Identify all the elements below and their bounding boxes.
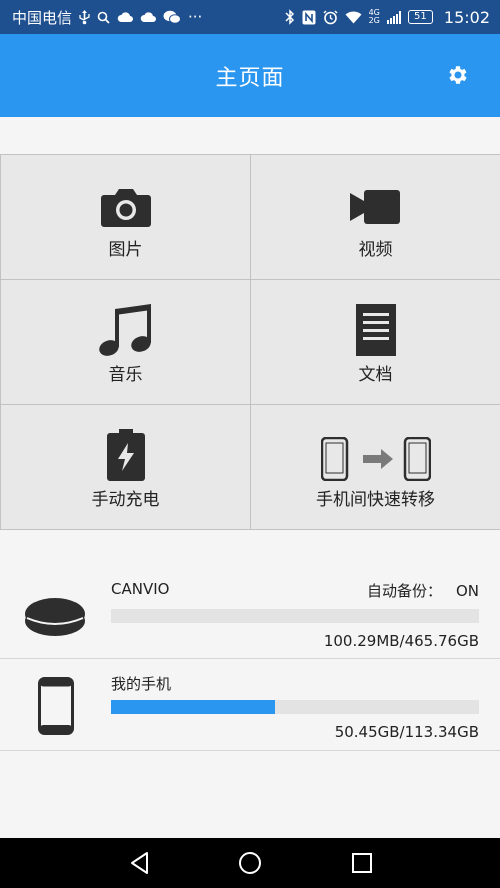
- storage-usage-text: 100.29MB/465.76GB: [323, 632, 479, 650]
- storage-usage-text: 50.45GB/113.34GB: [334, 723, 479, 741]
- system-nav-bar: [0, 838, 500, 888]
- search-icon: [97, 11, 110, 24]
- storage-row-phone[interactable]: 我的手机 50.45GB/113.34GB: [0, 659, 500, 751]
- tile-documents[interactable]: 文档: [250, 279, 500, 405]
- status-bar: 中国电信 ··· 4G 2G 51 15:02: [0, 0, 500, 34]
- tile-manual-charge[interactable]: 手动充电: [0, 404, 251, 530]
- more-notifications-icon: ···: [188, 8, 203, 26]
- clock: 15:02: [443, 7, 490, 27]
- back-button[interactable]: [128, 851, 152, 875]
- tile-videos[interactable]: 视频: [250, 154, 500, 280]
- video-camera-icon: [349, 179, 402, 235]
- gear-icon: [449, 66, 467, 84]
- music-note-icon: [98, 302, 154, 358]
- weather-icon: [117, 11, 134, 23]
- tile-label: 音乐: [108, 365, 143, 385]
- back-icon: [131, 852, 148, 874]
- alarm-icon: [323, 9, 338, 25]
- battery-charging-icon: [106, 427, 146, 483]
- tile-photos[interactable]: 图片: [0, 154, 251, 280]
- tile-label: 文档: [358, 365, 393, 385]
- phone-transfer-icon: [320, 431, 431, 487]
- wechat-icon: [163, 10, 182, 24]
- page-title: 主页面: [215, 65, 285, 91]
- tile-label: 视频: [358, 240, 393, 260]
- recents-icon: [352, 853, 372, 873]
- tile-label: 图片: [108, 240, 143, 260]
- cloud-icon: [140, 11, 157, 23]
- usb-icon: [79, 9, 90, 25]
- bluetooth-icon: [285, 9, 295, 25]
- carrier-name: 中国电信: [12, 8, 73, 27]
- storage-list: CANVIO 自动备份： ON 100.29MB/465.76GB 我的手机 50…: [0, 566, 500, 751]
- wifi-icon: [345, 10, 362, 24]
- device-name: 我的手机: [111, 675, 172, 693]
- home-button[interactable]: [238, 851, 262, 875]
- category-grid: 图片 视频 音乐 文档 手动充电 手机间快速转移: [0, 154, 500, 530]
- home-icon: [239, 852, 261, 874]
- network-type-indicator: 4G 2G: [368, 8, 380, 25]
- tile-label: 手动充电: [91, 490, 160, 510]
- app-bar: 主页面: [0, 34, 500, 117]
- phone-icon: [38, 677, 74, 739]
- battery-level: 51: [407, 10, 433, 24]
- auto-backup-label: 自动备份：: [366, 582, 442, 600]
- auto-backup-value: ON: [455, 582, 479, 600]
- storage-usage-bar: [111, 609, 479, 623]
- status-bar-right: 4G 2G 51 15:02: [285, 8, 490, 27]
- storage-usage-fill: [111, 700, 275, 714]
- external-drive-icon: [24, 596, 86, 642]
- nfc-icon: [302, 10, 316, 25]
- auto-backup-status[interactable]: 自动备份： ON: [367, 580, 479, 601]
- document-icon: [355, 302, 397, 358]
- settings-button[interactable]: [446, 63, 470, 87]
- device-name: CANVIO: [111, 580, 170, 598]
- tile-phone-transfer[interactable]: 手机间快速转移: [250, 404, 500, 530]
- tile-label: 手机间快速转移: [316, 490, 435, 510]
- status-bar-left: 中国电信 ···: [12, 7, 202, 28]
- signal-icon: [386, 10, 401, 24]
- tile-music[interactable]: 音乐: [0, 279, 251, 405]
- recents-button[interactable]: [350, 851, 374, 875]
- storage-usage-bar: [111, 700, 479, 714]
- camera-icon: [100, 179, 152, 235]
- storage-row-canvio[interactable]: CANVIO 自动备份： ON 100.29MB/465.76GB: [0, 566, 500, 659]
